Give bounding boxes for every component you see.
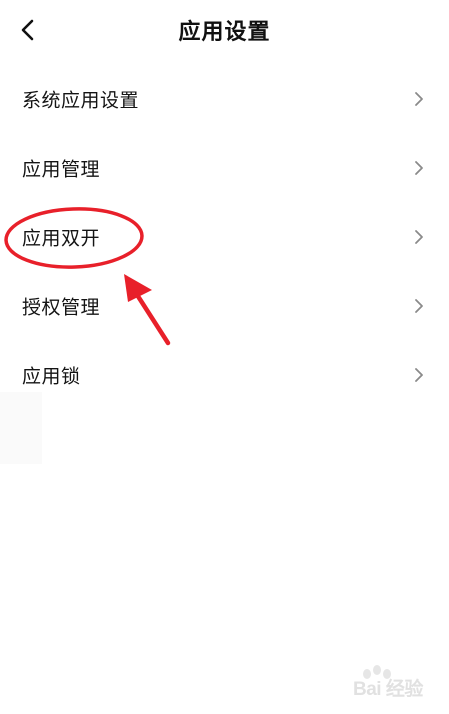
- list-item-label: 应用管理: [22, 158, 101, 180]
- list-item-dual-apps[interactable]: 应用双开: [0, 202, 449, 271]
- list-item-permission-management[interactable]: 授权管理: [0, 271, 449, 340]
- app-header: 应用设置: [0, 0, 449, 62]
- chevron-right-icon: [415, 160, 423, 175]
- list-item-label: 系统应用设置: [22, 89, 140, 111]
- chevron-right-icon: [415, 367, 423, 382]
- chevron-right-icon: [415, 298, 423, 313]
- list-item-app-lock[interactable]: 应用锁: [0, 340, 449, 409]
- list-item-label: 应用双开: [22, 227, 101, 249]
- chevron-right-icon: [415, 91, 423, 106]
- list-item-system-app-settings[interactable]: 系统应用设置: [0, 64, 449, 133]
- page-title: 应用设置: [178, 20, 271, 45]
- chevron-right-icon: [415, 229, 423, 244]
- watermark-logo: Bai 经验: [335, 664, 435, 704]
- list-item-label: 应用锁: [22, 365, 81, 387]
- list-item-label: 授权管理: [22, 296, 101, 318]
- watermark-text: Bai 经验: [353, 679, 423, 700]
- paw-icon: [363, 665, 391, 679]
- settings-list: 系统应用设置 应用管理 应用双开 授权管理 应用锁: [0, 64, 449, 409]
- list-item-app-management[interactable]: 应用管理: [0, 133, 449, 202]
